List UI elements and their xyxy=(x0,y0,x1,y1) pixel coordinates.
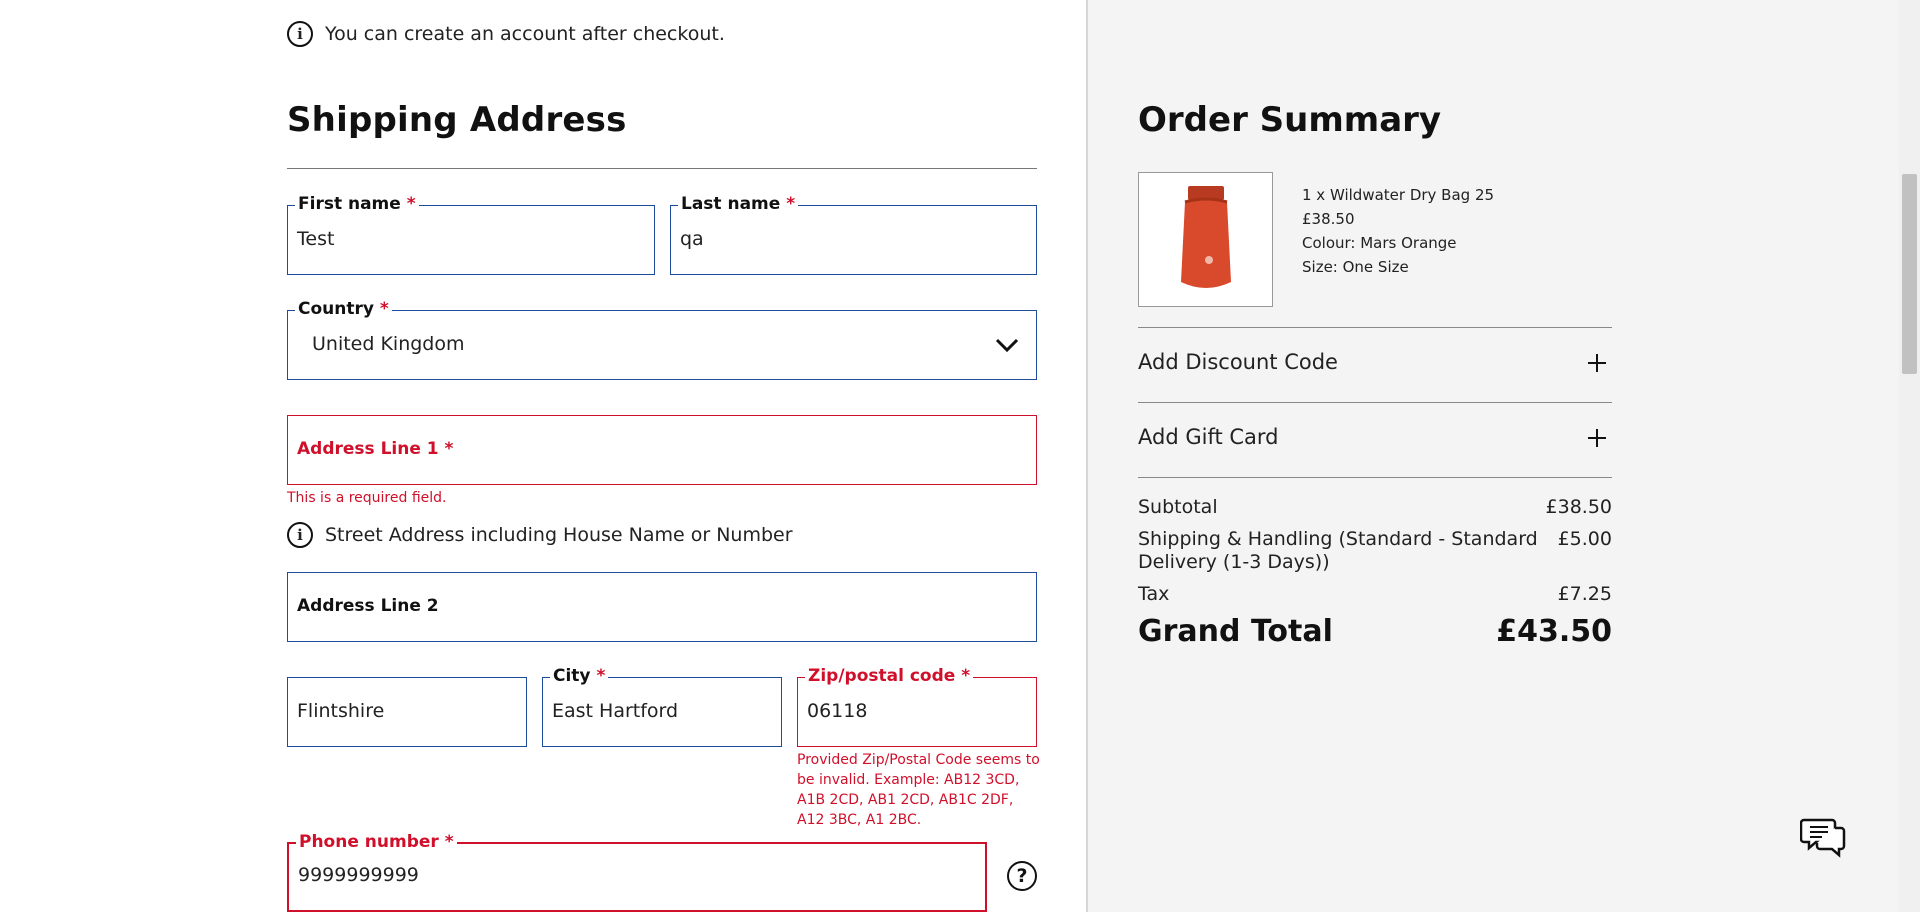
city-value: East Hartford xyxy=(552,700,679,722)
order-summary-heading: Order Summary xyxy=(1138,100,1442,140)
subtotal-row: Subtotal £38.50 xyxy=(1138,496,1612,518)
product-image xyxy=(1138,172,1273,307)
required-mark: * xyxy=(379,299,389,319)
item-size: Size: One Size xyxy=(1302,258,1409,276)
item-colour: Colour: Mars Orange xyxy=(1302,234,1457,252)
phone-label: Phone number xyxy=(299,832,439,852)
plus-icon xyxy=(1588,354,1606,372)
item-price: £38.50 xyxy=(1302,210,1355,228)
tax-value: £7.25 xyxy=(1557,583,1612,605)
divider xyxy=(1138,402,1612,403)
grand-total-label: Grand Total xyxy=(1138,614,1333,649)
plus-icon xyxy=(1588,429,1606,447)
address-line-2-field[interactable]: Address Line 2 xyxy=(287,572,1037,642)
help-icon[interactable]: ? xyxy=(1007,861,1037,891)
shipping-row: Shipping & Handling (Standard - Standard… xyxy=(1138,528,1612,574)
address-line-1-label: Address Line 1 xyxy=(297,439,439,459)
subtotal-label: Subtotal xyxy=(1138,496,1218,518)
address-hint: i Street Address including House Name or… xyxy=(287,522,793,548)
shipping-address-heading: Shipping Address xyxy=(287,100,627,140)
phone-field[interactable]: Phone number * 9999999999 xyxy=(287,831,987,912)
required-mark: * xyxy=(406,194,416,214)
first-name-value: Test xyxy=(297,228,335,250)
add-gift-card-label: Add Gift Card xyxy=(1138,425,1279,449)
add-gift-card-toggle[interactable]: Add Gift Card xyxy=(1138,425,1612,449)
item-line: 1 x Wildwater Dry Bag 25 xyxy=(1302,186,1495,204)
grand-total-row: Grand Total £43.50 xyxy=(1138,614,1612,649)
last-name-field[interactable]: Last name * qa xyxy=(670,193,1037,275)
zip-value: 06118 xyxy=(807,700,868,722)
scrollbar[interactable] xyxy=(1899,0,1920,912)
county-value: Flintshire xyxy=(297,700,385,722)
add-discount-code-toggle[interactable]: Add Discount Code xyxy=(1138,350,1612,374)
zip-label: Zip/postal code xyxy=(808,666,956,686)
info-icon: i xyxy=(287,21,313,47)
subtotal-value: £38.50 xyxy=(1545,496,1612,518)
divider xyxy=(1138,477,1612,478)
zip-error: Provided Zip/Postal Code seems to be inv… xyxy=(797,752,1040,828)
tax-row: Tax £7.25 xyxy=(1138,583,1612,605)
city-label: City xyxy=(553,666,591,686)
item-details: 1 x Wildwater Dry Bag 25 £38.50 Colour: … xyxy=(1302,183,1494,279)
first-name-field[interactable]: First name * Test xyxy=(287,193,655,275)
account-notice-text: You can create an account after checkout… xyxy=(325,23,725,45)
account-notice: i You can create an account after checko… xyxy=(287,21,725,47)
county-field[interactable]: Flintshire xyxy=(287,677,527,747)
shipping-label: Shipping & Handling (Standard - Standard… xyxy=(1138,528,1538,573)
country-label: Country xyxy=(298,299,374,319)
shipping-value: £5.00 xyxy=(1557,528,1612,550)
address-line-1-field[interactable]: Address Line 1 * xyxy=(287,415,1037,485)
last-name-label: Last name xyxy=(681,194,781,214)
dry-bag-image xyxy=(1180,186,1231,288)
divider xyxy=(1138,327,1612,328)
phone-value: 9999999999 xyxy=(298,864,419,886)
first-name-label: First name xyxy=(298,194,401,214)
address-hint-text: Street Address including House Name or N… xyxy=(325,524,793,546)
scrollbar-thumb[interactable] xyxy=(1902,174,1917,374)
required-mark: * xyxy=(444,832,454,852)
grand-total-value: £43.50 xyxy=(1496,614,1612,649)
last-name-value: qa xyxy=(680,228,704,250)
required-mark: * xyxy=(444,439,454,459)
address-line-2-label: Address Line 2 xyxy=(297,596,439,616)
chevron-down-icon xyxy=(995,338,1019,353)
add-discount-code-label: Add Discount Code xyxy=(1138,350,1338,374)
city-field[interactable]: City * East Hartford xyxy=(542,665,782,747)
zip-field[interactable]: Zip/postal code * 06118 xyxy=(797,665,1037,747)
divider xyxy=(287,168,1037,169)
required-mark: * xyxy=(596,666,606,686)
info-icon: i xyxy=(287,522,313,548)
address-line-1-error: This is a required field. xyxy=(287,490,447,506)
country-select[interactable]: Country * United Kingdom xyxy=(287,298,1037,380)
required-mark: * xyxy=(786,194,796,214)
tax-label: Tax xyxy=(1138,583,1170,605)
country-value: United Kingdom xyxy=(312,333,465,355)
required-mark: * xyxy=(961,666,971,686)
chat-icon[interactable] xyxy=(1800,814,1846,860)
